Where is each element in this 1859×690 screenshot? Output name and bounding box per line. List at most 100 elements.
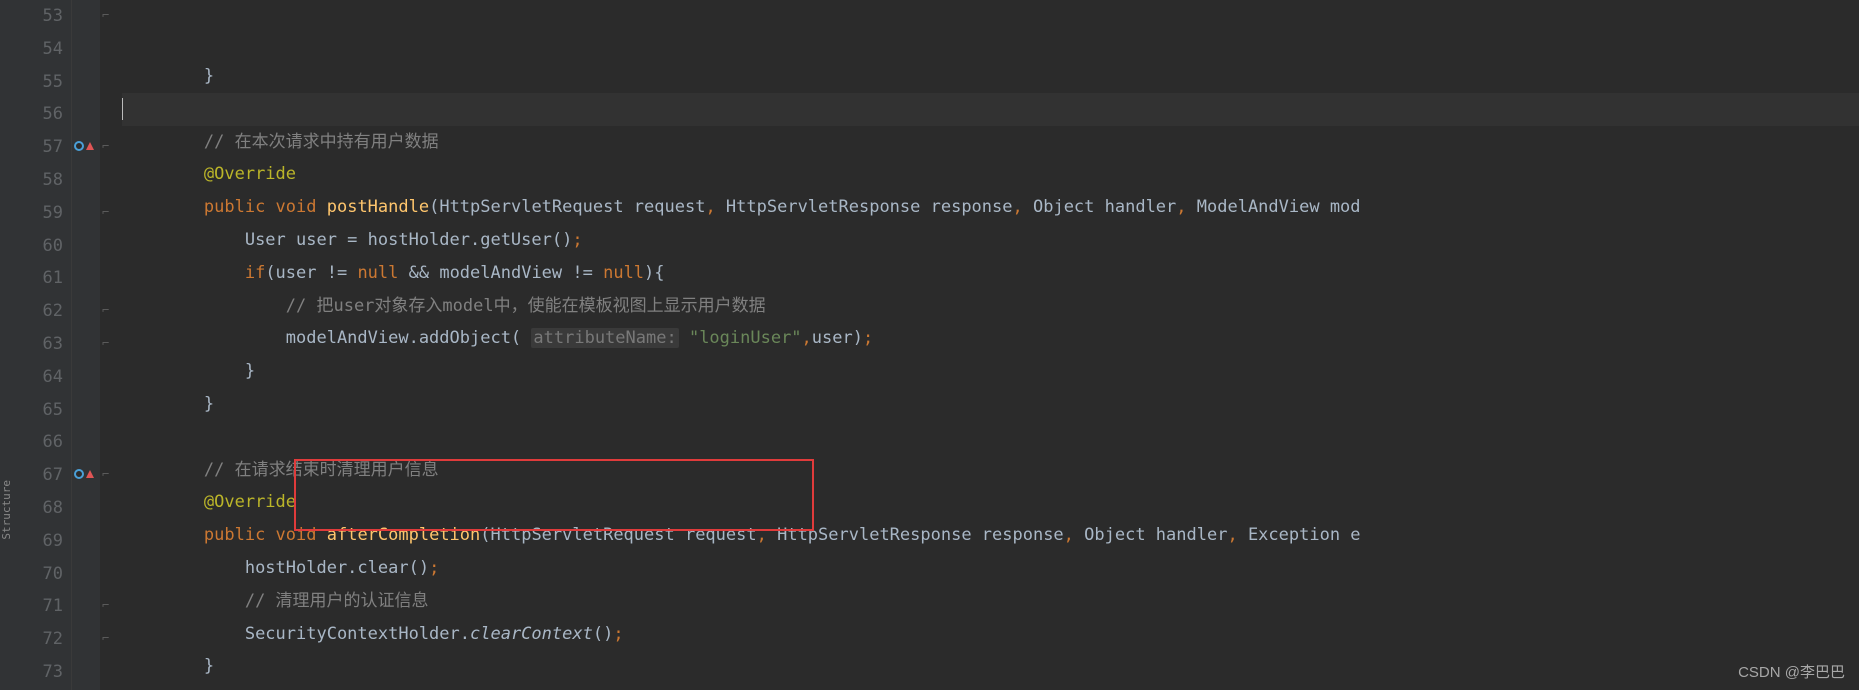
code-line[interactable]: if(user != null && modelAndView != null)… xyxy=(122,257,1859,290)
code-line[interactable]: @Override xyxy=(122,158,1859,191)
code-token: HttpServletResponse response xyxy=(777,525,1064,545)
line-number: 54 xyxy=(0,33,63,66)
code-token: null xyxy=(603,263,644,283)
code-line[interactable]: } xyxy=(122,650,1859,683)
fold-toggle-icon[interactable]: ⌐ xyxy=(102,631,109,645)
code-line[interactable]: } xyxy=(122,60,1859,93)
code-line[interactable]: } xyxy=(122,355,1859,388)
code-token: (HttpServletRequest request xyxy=(480,525,756,545)
code-token: ){ xyxy=(644,263,664,283)
code-token: // 清理用户的认证信息 xyxy=(245,591,429,611)
code-token: ; xyxy=(863,328,873,348)
code-token: User user = hostHolder.getUser() xyxy=(245,230,573,250)
code-token: ; xyxy=(613,624,623,644)
code-line[interactable]: // 在本次请求中持有用户数据 xyxy=(122,126,1859,159)
code-line[interactable]: // 在请求结束时清理用户信息 xyxy=(122,454,1859,487)
code-token: , xyxy=(757,525,777,545)
code-token: clearContext xyxy=(470,624,593,644)
line-number: 60 xyxy=(0,230,63,263)
code-token: SecurityContextHolder. xyxy=(245,624,470,644)
fold-toggle-icon[interactable]: ⌐ xyxy=(102,205,109,219)
line-number: 72 xyxy=(0,623,63,656)
fold-toggle-icon[interactable]: ⌐ xyxy=(102,467,109,481)
code-token: Exception e xyxy=(1248,525,1361,545)
line-number: 63 xyxy=(0,328,63,361)
code-token: user) xyxy=(812,328,863,348)
code-token: Object handler xyxy=(1033,197,1176,217)
code-line[interactable] xyxy=(122,93,1859,126)
code-token: null xyxy=(357,263,408,283)
code-line[interactable]: } xyxy=(122,388,1859,421)
code-token: @Override xyxy=(204,164,296,184)
override-arrow-icon xyxy=(86,470,94,478)
code-token: Object handler xyxy=(1084,525,1227,545)
code-line[interactable]: SecurityContextHolder.clearContext(); xyxy=(122,618,1859,651)
code-line[interactable]: hostHolder.clear(); xyxy=(122,552,1859,585)
code-token: ; xyxy=(572,230,582,250)
code-editor[interactable]: Structure 535455565758596061626364656667… xyxy=(0,0,1859,690)
text-caret xyxy=(122,98,123,120)
line-number-gutter[interactable]: 5354555657585960616263646566676869707172… xyxy=(0,0,72,690)
code-token: HttpServletResponse response xyxy=(726,197,1013,217)
code-line[interactable]: User user = hostHolder.getUser(); xyxy=(122,224,1859,257)
gutter-icon-column xyxy=(72,0,100,690)
code-line[interactable]: modelAndView.addObject( attributeName: "… xyxy=(122,322,1859,355)
code-token: "loginUser" xyxy=(689,328,802,348)
line-number: 55 xyxy=(0,66,63,99)
code-token: // 把user对象存入model中，使能在模板视图上显示用户数据 xyxy=(286,296,766,316)
code-token: if xyxy=(245,263,265,283)
line-number: 57 xyxy=(0,131,63,164)
code-line[interactable]: // 把user对象存入model中，使能在模板视图上显示用户数据 xyxy=(122,290,1859,323)
code-token: , xyxy=(1176,197,1196,217)
code-area[interactable]: } // 在本次请求中持有用户数据 @Override public void … xyxy=(118,0,1859,690)
fold-toggle-icon[interactable]: ⌐ xyxy=(102,8,109,22)
code-token: , xyxy=(1013,197,1033,217)
fold-toggle-icon[interactable]: ⌐ xyxy=(102,598,109,612)
code-token: () xyxy=(593,624,613,644)
code-token: } xyxy=(204,394,214,414)
code-token: (user != xyxy=(265,263,357,283)
override-gutter-icon[interactable] xyxy=(74,141,94,151)
fold-toggle-icon[interactable]: ⌐ xyxy=(102,139,109,153)
code-line[interactable] xyxy=(122,421,1859,454)
code-token: } xyxy=(204,66,214,86)
watermark-text: CSDN @李巴巴 xyxy=(1738,661,1845,682)
line-number: 65 xyxy=(0,394,63,427)
line-number: 71 xyxy=(0,590,63,623)
code-line[interactable]: // 清理用户的认证信息 xyxy=(122,585,1859,618)
line-number: 56 xyxy=(0,98,63,131)
code-token: } xyxy=(245,361,255,381)
code-token: hostHolder.clear() xyxy=(245,558,429,578)
code-line[interactable]: } xyxy=(122,683,1859,690)
code-token: } xyxy=(204,656,214,676)
code-token: , xyxy=(802,328,812,348)
code-token: attributeName: xyxy=(531,328,678,348)
code-line[interactable]: public void afterCompletion(HttpServletR… xyxy=(122,519,1859,552)
code-token: public xyxy=(204,197,276,217)
code-line[interactable]: @Override xyxy=(122,486,1859,519)
code-token: (HttpServletRequest request xyxy=(429,197,705,217)
structure-tool-tab[interactable]: Structure xyxy=(0,480,15,540)
line-number: 62 xyxy=(0,295,63,328)
fold-toggle-icon[interactable]: ⌐ xyxy=(102,303,109,317)
override-gutter-icon[interactable] xyxy=(74,469,94,479)
override-circle-icon xyxy=(74,469,84,479)
line-number: 66 xyxy=(0,426,63,459)
code-line[interactable]: public void postHandle(HttpServletReques… xyxy=(122,191,1859,224)
code-token: @Override xyxy=(204,492,296,512)
code-token: postHandle xyxy=(327,197,429,217)
line-number: 53 xyxy=(0,0,63,33)
code-token: // 在请求结束时清理用户信息 xyxy=(204,460,439,480)
code-token: && modelAndView != xyxy=(409,263,603,283)
line-number: 73 xyxy=(0,656,63,689)
code-token: modelAndView.addObject( xyxy=(286,328,532,348)
override-arrow-icon xyxy=(86,142,94,150)
code-token: void xyxy=(276,525,327,545)
code-token: public xyxy=(204,525,276,545)
code-token: void xyxy=(276,197,327,217)
code-token: , xyxy=(1064,525,1084,545)
line-number: 59 xyxy=(0,197,63,230)
code-token: // 在本次请求中持有用户数据 xyxy=(204,132,439,152)
fold-toggle-icon[interactable]: ⌐ xyxy=(102,336,109,350)
fold-column[interactable]: ⌐ ⌐ ⌐ ⌐ ⌐ ⌐ ⌐ ⌐ xyxy=(100,0,118,690)
